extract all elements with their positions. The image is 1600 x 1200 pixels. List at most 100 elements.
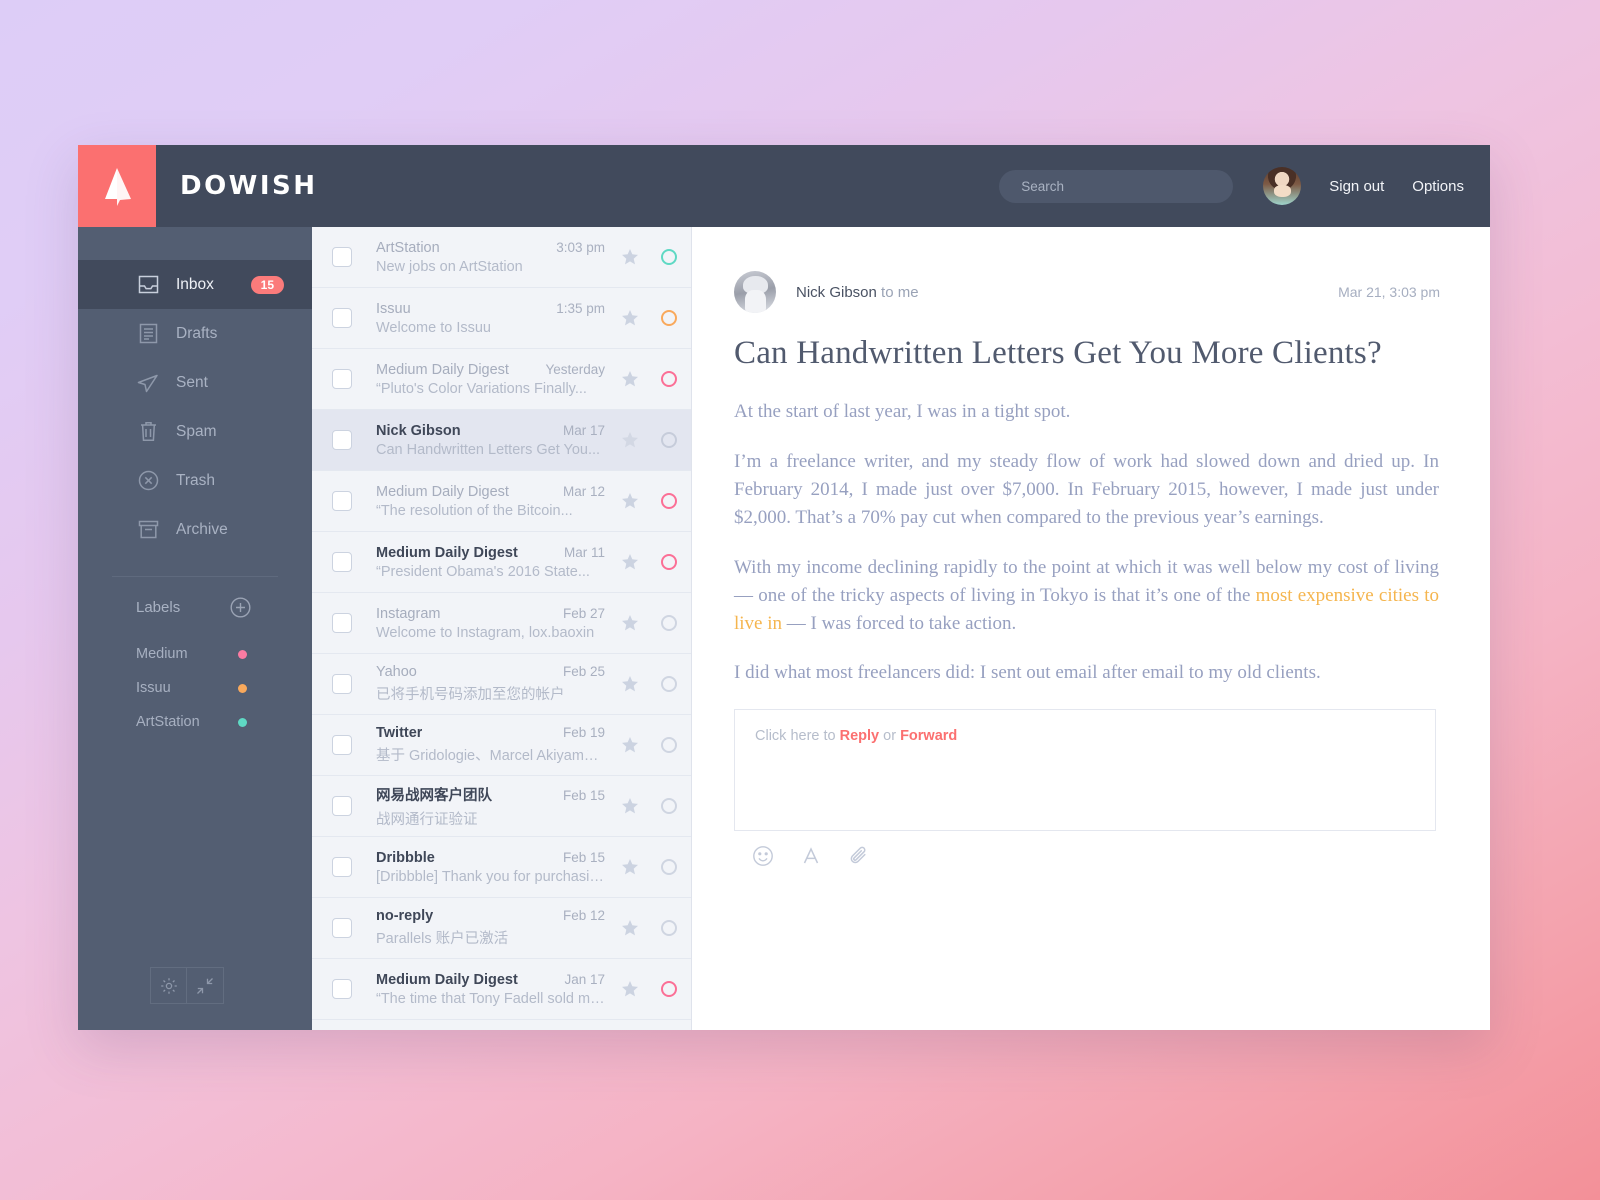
star-icon[interactable] bbox=[613, 736, 647, 754]
brand-name: DOWISH bbox=[180, 171, 318, 201]
label-status-ring[interactable] bbox=[647, 737, 691, 753]
top-bar: DOWISH Sign out Options bbox=[78, 145, 1490, 227]
label-item-artstation[interactable]: ArtStation bbox=[78, 705, 312, 739]
collapse-button[interactable] bbox=[187, 967, 224, 1004]
star-icon[interactable] bbox=[613, 370, 647, 388]
options-button[interactable]: Options bbox=[1412, 178, 1464, 195]
mail-sender: Twitter bbox=[376, 725, 423, 741]
mail-checkbox[interactable] bbox=[332, 674, 352, 694]
star-icon[interactable] bbox=[613, 919, 647, 937]
mail-checkbox[interactable] bbox=[332, 918, 352, 938]
settings-button[interactable] bbox=[150, 967, 187, 1004]
sign-out-button[interactable]: Sign out bbox=[1329, 178, 1384, 195]
reply-compose-box[interactable]: Click here to Reply or Forward bbox=[734, 709, 1436, 832]
mail-subject: Welcome to Instagram, lox.baoxin bbox=[376, 624, 595, 641]
mail-list-item[interactable]: Medium Daily Digest Yesterday “Pluto's C… bbox=[312, 349, 691, 410]
label-item-issuu[interactable]: Issuu bbox=[78, 671, 312, 705]
search-input[interactable] bbox=[999, 169, 1234, 203]
star-icon[interactable] bbox=[613, 614, 647, 632]
sidebar-item-sent[interactable]: Sent bbox=[78, 358, 312, 407]
mail-summary: Medium Daily Digest Yesterday “Pluto's C… bbox=[376, 362, 605, 397]
mail-subject: “Pluto's Color Variations Finally... bbox=[376, 380, 587, 397]
sidebar-item-archive[interactable]: Archive bbox=[78, 505, 312, 554]
mail-checkbox[interactable] bbox=[332, 247, 352, 267]
label-status-ring[interactable] bbox=[647, 981, 691, 997]
sidebar-item-inbox[interactable]: Inbox 15 bbox=[78, 260, 312, 309]
text-format-icon[interactable] bbox=[800, 845, 822, 867]
mail-date: Feb 15 bbox=[562, 787, 605, 803]
label-status-ring[interactable] bbox=[647, 249, 691, 265]
paperclip-icon[interactable] bbox=[848, 845, 870, 867]
mail-list-item[interactable]: Yahoo Feb 25 已将手机号码添加至您的帐户 bbox=[312, 654, 691, 715]
spam-icon bbox=[137, 421, 159, 443]
mail-checkbox[interactable] bbox=[332, 430, 352, 450]
star-icon[interactable] bbox=[613, 858, 647, 876]
mail-list-item[interactable]: Instagram Feb 27 Welcome to Instagram, l… bbox=[312, 593, 691, 654]
label-status-ring[interactable] bbox=[647, 859, 691, 875]
star-icon[interactable] bbox=[613, 492, 647, 510]
label-status-ring[interactable] bbox=[647, 798, 691, 814]
star-icon[interactable] bbox=[613, 309, 647, 327]
mail-list-item[interactable]: ArtStation 3:03 pm New jobs on ArtStatio… bbox=[312, 227, 691, 288]
label-color-dot bbox=[238, 649, 247, 659]
mail-subject: “The resolution of the Bitcoin... bbox=[376, 502, 573, 519]
mail-subject: 基于 Gridologie、Marcel Akiyama 和... bbox=[376, 748, 605, 764]
mail-date: Mar 11 bbox=[563, 544, 605, 560]
mail-list-item[interactable]: Medium Daily Digest Jan 17 “The time tha… bbox=[312, 959, 691, 1020]
label-status-ring[interactable] bbox=[647, 676, 691, 692]
mail-checkbox[interactable] bbox=[332, 735, 352, 755]
plus-circle-icon[interactable] bbox=[230, 596, 251, 618]
mail-list[interactable]: ArtStation 3:03 pm New jobs on ArtStatio… bbox=[312, 227, 692, 1030]
mail-checkbox[interactable] bbox=[332, 369, 352, 389]
emoji-icon[interactable] bbox=[752, 845, 774, 867]
mail-checkbox[interactable] bbox=[332, 552, 352, 572]
star-icon[interactable] bbox=[613, 980, 647, 998]
reply-link[interactable]: Reply bbox=[840, 728, 880, 744]
label-item-medium[interactable]: Medium bbox=[78, 637, 312, 671]
mail-summary: 网易战网客户团队 Feb 15 战网通行证验证 bbox=[376, 784, 605, 829]
mail-checkbox[interactable] bbox=[332, 491, 352, 511]
sidebar-item-spam[interactable]: Spam bbox=[78, 407, 312, 456]
mail-list-item[interactable]: Medium Daily Digest Mar 11 “President Ob… bbox=[312, 532, 691, 593]
star-icon[interactable] bbox=[613, 248, 647, 266]
sidebar-item-drafts[interactable]: Drafts bbox=[78, 309, 312, 358]
mail-sender: Nick Gibson bbox=[376, 422, 461, 439]
trash-icon bbox=[137, 470, 159, 492]
mail-list-item[interactable]: no-reply Feb 12 Parallels 账户已激活 bbox=[312, 898, 691, 959]
mail-list-item[interactable]: Twitter Feb 19 基于 Gridologie、Marcel Akiy… bbox=[312, 715, 691, 776]
star-icon[interactable] bbox=[613, 675, 647, 693]
mail-list-item-selected[interactable]: Nick Gibson Mar 17 Can Handwritten Lette… bbox=[312, 410, 691, 471]
mail-list-item[interactable]: 网易战网客户团队 Feb 15 战网通行证验证 bbox=[312, 776, 691, 837]
mail-sender: Medium Daily Digest bbox=[376, 971, 518, 988]
label-status-ring[interactable] bbox=[647, 371, 691, 387]
mail-checkbox[interactable] bbox=[332, 796, 352, 816]
mail-summary: ArtStation 3:03 pm New jobs on ArtStatio… bbox=[376, 240, 605, 275]
mail-checkbox[interactable] bbox=[332, 857, 352, 877]
mail-checkbox[interactable] bbox=[332, 308, 352, 328]
label-status-ring[interactable] bbox=[647, 920, 691, 936]
mail-checkbox[interactable] bbox=[332, 613, 352, 633]
mail-date: Feb 12 bbox=[562, 908, 605, 923]
label-status-ring[interactable] bbox=[647, 554, 691, 570]
app-logo[interactable] bbox=[78, 145, 156, 227]
label-status-ring[interactable] bbox=[647, 310, 691, 326]
drafts-icon bbox=[137, 323, 159, 345]
sidebar-bottom-actions bbox=[78, 967, 312, 1004]
label-status-ring[interactable] bbox=[647, 432, 691, 448]
label-status-ring[interactable] bbox=[647, 615, 691, 631]
mail-date: Yesterday bbox=[545, 361, 605, 377]
star-icon[interactable] bbox=[613, 431, 647, 449]
mail-list-item[interactable]: Issuu 1:35 pm Welcome to Issuu bbox=[312, 288, 691, 349]
mail-list-item[interactable]: Medium Daily Digest Mar 12 “The resoluti… bbox=[312, 471, 691, 532]
avatar[interactable] bbox=[1263, 167, 1302, 205]
forward-link[interactable]: Forward bbox=[900, 728, 957, 744]
label-status-ring[interactable] bbox=[647, 493, 691, 509]
star-icon[interactable] bbox=[613, 553, 647, 571]
mail-summary: no-reply Feb 12 Parallels 账户已激活 bbox=[376, 908, 605, 948]
sidebar-top-spacer bbox=[78, 227, 312, 260]
compose-toolbar bbox=[734, 845, 1440, 867]
sidebar-item-trash[interactable]: Trash bbox=[78, 456, 312, 505]
mail-checkbox[interactable] bbox=[332, 979, 352, 999]
mail-list-item[interactable]: Dribbble Feb 15 [Dribbble] Thank you for… bbox=[312, 837, 691, 898]
star-icon[interactable] bbox=[613, 797, 647, 815]
